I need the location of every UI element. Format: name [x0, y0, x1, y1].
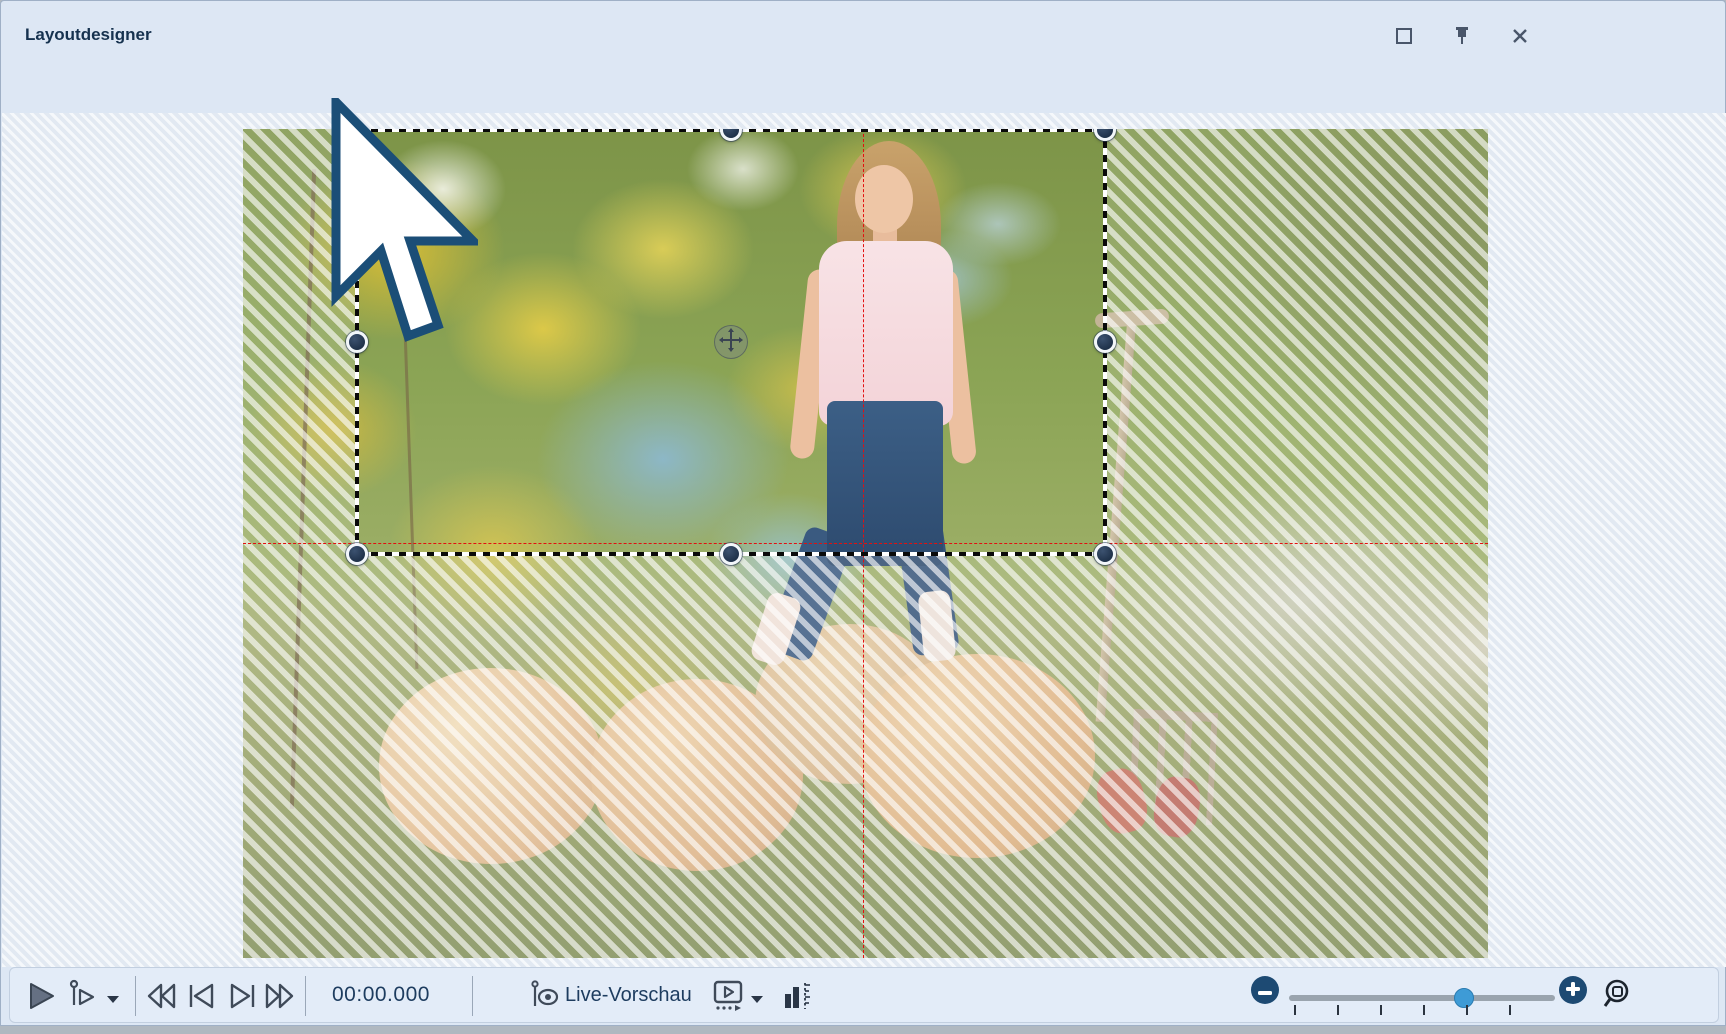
time-display: 00:00.000 [332, 983, 452, 1007]
resize-handle-bottom[interactable] [720, 543, 742, 565]
maximize-icon [1395, 27, 1413, 45]
zoom-fit-button[interactable] [1602, 978, 1636, 1015]
title-bar: Layoutdesigner [1, 1, 1725, 57]
stats-icon [782, 1000, 812, 1015]
transport-separator [305, 976, 306, 1016]
zoom-in-button[interactable] [1559, 976, 1587, 1004]
garden-fork-handle [1095, 308, 1105, 328]
zoom-fit-icon [1602, 1000, 1636, 1015]
live-preview-label: Live-Vorschau [565, 984, 692, 1007]
zoom-out-icon [1258, 983, 1272, 998]
chevron-down-icon [750, 992, 764, 1007]
play-options-dropdown[interactable] [106, 992, 120, 1007]
live-preview-button[interactable] [530, 979, 560, 1014]
live-preview-pin-eye-icon [530, 999, 560, 1014]
resize-handle-bottom-right[interactable] [1094, 543, 1116, 565]
zoom-slider-ticks [1294, 1005, 1552, 1015]
transport-bar: 00:00.000 Live-Vorschau [9, 967, 1719, 1023]
layout-toolbar: Zeitmarke: s [1, 57, 1725, 113]
layoutdesigner-window: Layoutdesigner [0, 0, 1726, 1026]
next-frame-icon [228, 998, 258, 1013]
transport-separator [135, 976, 136, 1016]
preview-options-dropdown[interactable] [750, 992, 764, 1007]
pin-button[interactable] [1448, 23, 1476, 49]
zoom-in-icon [1566, 982, 1580, 999]
move-handle[interactable] [714, 325, 748, 359]
zoom-out-button[interactable] [1251, 976, 1279, 1004]
forward-icon [264, 998, 296, 1013]
play-icon [27, 999, 55, 1014]
move-cross-icon [718, 327, 744, 358]
previous-frame-button[interactable] [186, 982, 216, 1013]
preview-window-icon [712, 1000, 744, 1015]
layout-canvas[interactable] [2, 113, 1726, 967]
chevron-down-icon [106, 992, 120, 1007]
resize-handle-right[interactable] [1094, 331, 1116, 353]
rewind-icon [145, 998, 177, 1013]
girl-jeans [827, 401, 943, 554]
window-title: Layoutdesigner [25, 25, 152, 45]
pin-icon [1453, 25, 1471, 47]
next-frame-button[interactable] [228, 982, 258, 1013]
preview-window-button[interactable] [712, 980, 744, 1015]
rewind-button[interactable] [145, 982, 177, 1013]
window-bottom-edge [0, 1026, 1726, 1034]
mouse-cursor-arrow [326, 98, 478, 346]
play-from-marker-button[interactable] [68, 979, 98, 1014]
transport-separator [472, 976, 473, 1016]
close-button[interactable] [1506, 23, 1534, 49]
garden-fork [1096, 323, 1105, 554]
stats-button[interactable] [782, 980, 812, 1015]
center-guide-horizontal [243, 543, 1488, 544]
forward-button[interactable] [264, 982, 296, 1013]
maximize-button[interactable] [1390, 23, 1418, 49]
resize-handle-bottom-left[interactable] [346, 543, 368, 565]
previous-frame-icon [186, 998, 216, 1013]
zoom-slider-track[interactable] [1289, 995, 1555, 1001]
close-icon [1511, 27, 1529, 45]
play-button[interactable] [27, 981, 55, 1014]
play-from-marker-icon [68, 999, 98, 1014]
girl-shirt [819, 241, 953, 426]
